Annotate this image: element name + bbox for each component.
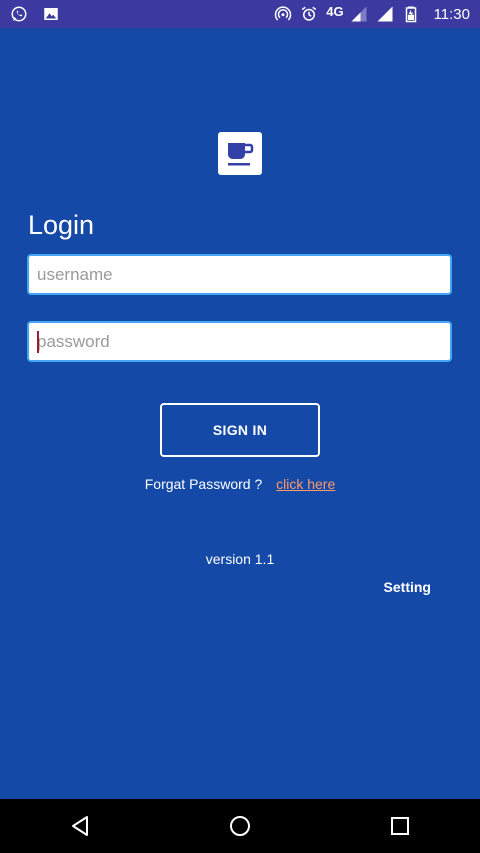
network-type: 4G [326,3,344,19]
password-input[interactable] [27,321,452,362]
back-icon [72,816,88,836]
hotspot-icon [275,6,292,21]
app-logo [218,132,262,175]
status-bar-left [0,0,60,28]
battery-icon [405,6,416,23]
home-icon [230,816,250,836]
whatsapp-icon [11,6,27,22]
text-cursor [37,331,39,353]
back-button[interactable] [50,799,110,853]
recents-icon [391,817,409,835]
setting-button[interactable]: Setting [384,579,431,595]
signal-icon [351,6,367,22]
navigation-bar [0,799,480,853]
forgot-password-label: Forgat Password ? [144,476,263,492]
signal-icon [377,6,393,22]
login-title: Login [28,210,95,240]
home-button[interactable] [210,799,270,853]
coffee-cup-icon [228,142,254,165]
clock: 11:30 [433,5,470,23]
sign-in-button[interactable]: SIGN IN [160,403,320,457]
recents-button[interactable] [370,799,430,853]
status-bar-right: 4G 11:30 [274,0,480,28]
version-label: version 1.1 [205,551,275,567]
image-icon [44,8,58,20]
username-input[interactable] [27,254,452,295]
forgot-password-row: Forgat Password ? click here [0,476,480,492]
click-here-link[interactable]: click here [276,476,335,492]
status-bar: 4G 11:30 [0,0,480,28]
alarm-icon [302,6,317,21]
